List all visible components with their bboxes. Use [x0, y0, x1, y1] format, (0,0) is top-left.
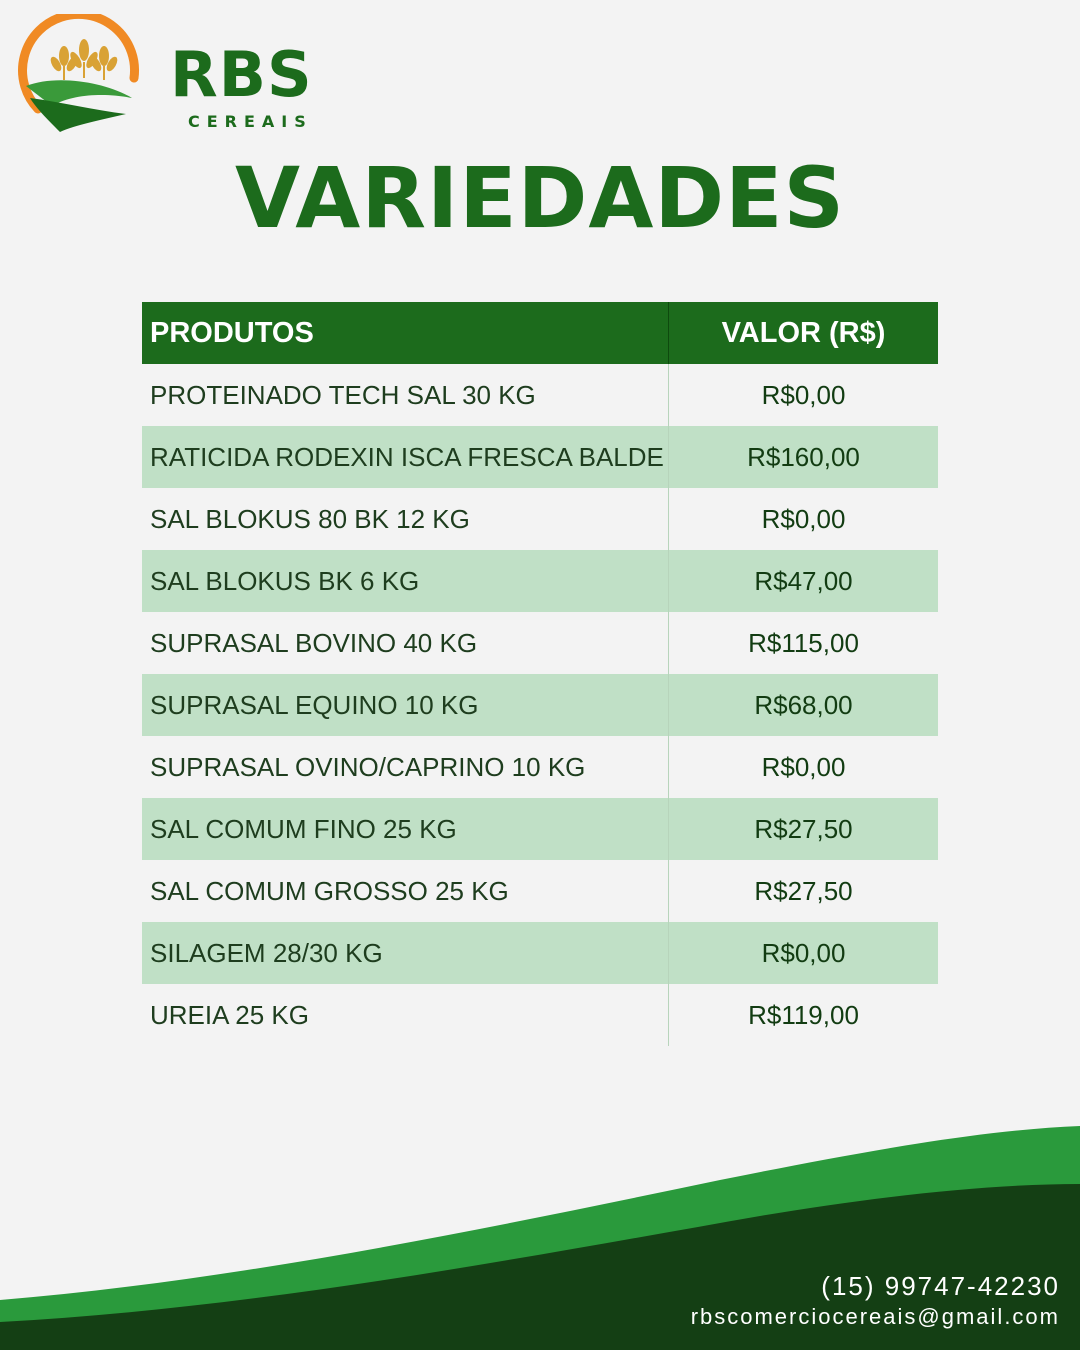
column-header-products: PRODUTOS	[142, 302, 669, 364]
table-row: SUPRASAL BOVINO 40 KG R$115,00	[142, 612, 938, 674]
product-name-cell: SUPRASAL OVINO/CAPRINO 10 KG	[142, 736, 669, 798]
table-row: SAL BLOKUS BK 6 KG R$47,00	[142, 550, 938, 612]
table-row: SUPRASAL EQUINO 10 KG R$68,00	[142, 674, 938, 736]
column-header-price: VALOR (R$)	[668, 302, 938, 364]
table-row: SAL COMUM GROSSO 25 KG R$27,50	[142, 860, 938, 922]
page-title: VARIEDADES	[235, 149, 845, 247]
price-cell: R$0,00	[668, 922, 938, 984]
table-row: SAL BLOKUS 80 BK 12 KG R$0,00	[142, 488, 938, 550]
contact-info: (15) 99747-42230 rbscomerciocereais@gmai…	[691, 1270, 1060, 1332]
price-cell: R$0,00	[761, 503, 846, 534]
contact-phone: (15) 99747-42230	[821, 1271, 1060, 1301]
price-cell: R$160,00	[668, 426, 938, 488]
product-name-cell: SAL BLOKUS BK 6 KG	[142, 550, 669, 612]
price-cell: R$0,00	[761, 379, 846, 410]
brand-logo: RBS CEREAIS	[16, 14, 316, 136]
price-cell: R$119,00	[748, 999, 859, 1030]
price-table: PRODUTOS VALOR (R$) PROTEINADO TECH SAL …	[142, 302, 938, 1046]
table-row: PROTEINADO TECH SAL 30 KG R$0,00	[142, 364, 938, 426]
product-name-cell: SAL COMUM GROSSO 25 KG	[142, 860, 669, 922]
price-cell: R$27,50	[668, 798, 938, 860]
table-row: SAL COMUM FINO 25 KG R$27,50	[142, 798, 938, 860]
brand-subtitle: CEREAIS	[188, 112, 313, 131]
product-name-cell: PROTEINADO TECH SAL 30 KG	[142, 364, 669, 426]
table-row: SUPRASAL OVINO/CAPRINO 10 KG R$0,00	[142, 736, 938, 798]
product-name-cell: SUPRASAL BOVINO 40 KG	[142, 612, 669, 674]
table-row: SILAGEM 28/30 KG R$0,00	[142, 922, 938, 984]
product-name-cell: SUPRASAL EQUINO 10 KG	[142, 674, 669, 736]
price-cell: R$115,00	[748, 627, 859, 658]
product-name-cell: UREIA 25 KG	[142, 984, 669, 1046]
table-header-row: PRODUTOS VALOR (R$)	[142, 302, 938, 364]
product-name-cell: RATICIDA RODEXIN ISCA FRESCA BALDE	[142, 426, 669, 488]
price-cell: R$27,50	[754, 875, 853, 906]
price-cell: R$68,00	[668, 674, 938, 736]
table-row: UREIA 25 KG R$119,00	[142, 984, 938, 1046]
contact-email: rbscomerciocereais@gmail.com	[690, 1304, 1060, 1329]
product-name-cell: SAL BLOKUS 80 BK 12 KG	[142, 488, 669, 550]
brand-name: RBS	[170, 38, 313, 111]
wheat-logo-icon	[18, 14, 140, 132]
price-cell: R$47,00	[668, 550, 938, 612]
product-name-cell: SAL COMUM FINO 25 KG	[142, 798, 669, 860]
table-row: RATICIDA RODEXIN ISCA FRESCA BALDE R$160…	[142, 426, 938, 488]
price-cell: R$0,00	[761, 751, 846, 782]
product-name-cell: SILAGEM 28/30 KG	[142, 922, 669, 984]
